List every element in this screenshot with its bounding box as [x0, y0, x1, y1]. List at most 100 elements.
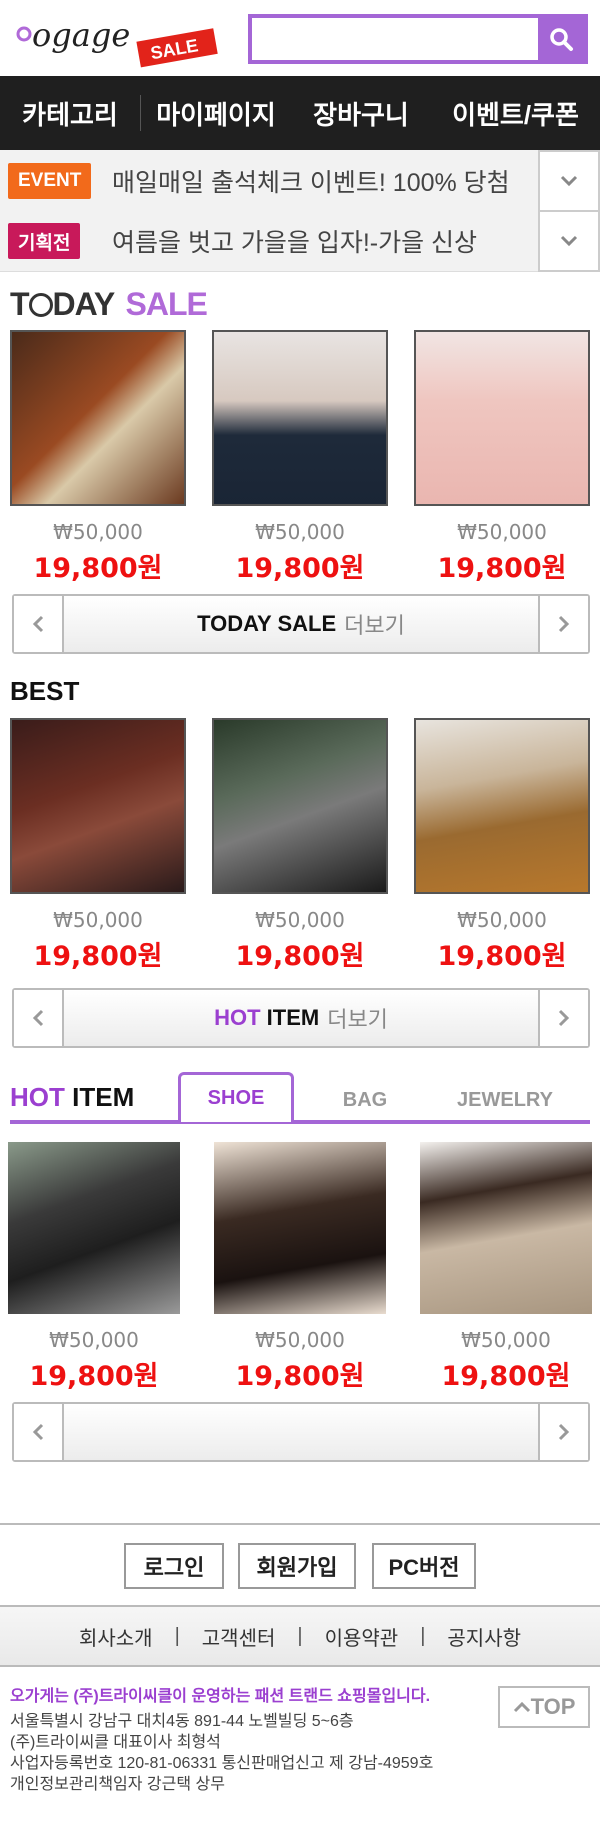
- notice-row-event[interactable]: EVENT 매일매일 출석체크 이벤트! 100% 당첨: [0, 150, 600, 212]
- notice-expand-button[interactable]: [538, 210, 600, 272]
- clock-icon: [28, 293, 53, 317]
- product-card[interactable]: ₩50,000 19,800원: [212, 718, 388, 973]
- header: ogage SALE: [0, 0, 600, 76]
- product-card[interactable]: ₩50,000 19,800원: [214, 1142, 386, 1393]
- hot-item-pager-bar: [12, 1402, 590, 1462]
- tab-bag[interactable]: BAG: [320, 1076, 410, 1124]
- tab-jewelry[interactable]: JEWELRY: [440, 1076, 570, 1124]
- product-image[interactable]: [420, 1142, 592, 1314]
- hot-item-title: HOT ITEM: [10, 1082, 135, 1112]
- prev-button[interactable]: [14, 990, 64, 1046]
- original-price: ₩50,000: [255, 520, 345, 544]
- footer-link-company[interactable]: 회사소개: [79, 1622, 153, 1651]
- product-image[interactable]: [414, 718, 590, 894]
- sale-price: 19,800원: [33, 553, 163, 584]
- next-button[interactable]: [538, 596, 588, 652]
- original-price: ₩50,000: [255, 1328, 345, 1352]
- notice-row-promo[interactable]: 기획전 여름을 벗고 가을을 입자!-가을 신상: [0, 210, 600, 272]
- product-card[interactable]: ₩50,000 19,800원: [10, 330, 186, 585]
- nav-item-cart[interactable]: 장바구니: [291, 76, 431, 150]
- original-price: ₩50,000: [457, 908, 547, 932]
- chevron-right-icon: [558, 1009, 570, 1027]
- chevron-down-icon: [560, 235, 578, 247]
- company-info: 오가게는 (주)트라이씨클이 운영하는 패션 트랜드 쇼핑몰입니다. 서울특별시…: [10, 1686, 433, 1795]
- nav-item-category[interactable]: 카테고리: [0, 76, 140, 150]
- product-image[interactable]: [8, 1142, 180, 1314]
- sale-price: 19,800원: [441, 1361, 571, 1392]
- sale-price: 19,800원: [33, 941, 163, 972]
- original-price: ₩50,000: [53, 520, 143, 544]
- chevron-left-icon: [32, 1009, 44, 1027]
- company-address: 서울특별시 강남구 대치4동 891-44 노벨빌딩 5~6층: [10, 1713, 354, 1730]
- notice-text[interactable]: 매일매일 출석체크 이벤트! 100% 당첨: [112, 150, 510, 212]
- sale-price: 19,800원: [235, 941, 365, 972]
- product-card[interactable]: ₩50,000 19,800원: [414, 718, 590, 973]
- product-image[interactable]: [414, 330, 590, 506]
- next-button[interactable]: [538, 990, 588, 1046]
- chevron-left-icon: [32, 615, 44, 633]
- search-button[interactable]: [538, 18, 584, 60]
- original-price: ₩50,000: [255, 908, 345, 932]
- notice-expand-button[interactable]: [538, 150, 600, 212]
- top-label: TOP: [530, 1694, 576, 1719]
- promo-badge: 기획전: [8, 223, 81, 259]
- logo-text: ogage: [32, 16, 130, 54]
- signup-button[interactable]: 회원가입: [238, 1543, 356, 1589]
- company-ceo: (주)트라이씨클 대표이사 최형석: [10, 1734, 221, 1751]
- product-card[interactable]: ₩50,000 19,800원: [8, 1142, 180, 1393]
- today-sale-more-bar: TODAY SALE 더보기: [12, 594, 590, 654]
- footer-link-separator: |: [420, 1624, 426, 1647]
- event-badge: EVENT: [8, 163, 92, 199]
- footer-link-notice[interactable]: 공지사항: [447, 1622, 521, 1651]
- hot-item-more-bar: HOT ITEM 더보기: [12, 988, 590, 1048]
- main-nav: 카테고리 마이페이지 장바구니 이벤트/쿠폰: [0, 76, 600, 150]
- product-image[interactable]: [212, 718, 388, 894]
- footer-link-separator: |: [174, 1624, 180, 1647]
- privacy-officer: 개인정보관리책임자 강근택 상무: [10, 1776, 225, 1793]
- original-price: ₩50,000: [457, 520, 547, 544]
- sale-price: 19,800원: [235, 1361, 365, 1392]
- footer-link-separator: |: [297, 1624, 303, 1647]
- footer-link-terms[interactable]: 이용약관: [325, 1622, 399, 1651]
- search-icon: [550, 28, 573, 51]
- ogage-sale-logo[interactable]: ogage SALE: [10, 8, 230, 70]
- hot-item-more-link[interactable]: HOT ITEM 더보기: [64, 990, 538, 1046]
- login-button[interactable]: 로그인: [124, 1543, 224, 1589]
- pc-version-button[interactable]: PC버전: [372, 1543, 476, 1589]
- chevron-down-icon: [560, 175, 578, 187]
- nav-item-event-coupon[interactable]: 이벤트/쿠폰: [431, 76, 600, 150]
- product-image[interactable]: [212, 330, 388, 506]
- prev-button[interactable]: [14, 1404, 64, 1460]
- sale-price: 19,800원: [437, 941, 567, 972]
- sale-price: 19,800원: [235, 553, 365, 584]
- tab-shoe[interactable]: SHOE: [178, 1072, 294, 1122]
- chevron-right-icon: [558, 615, 570, 633]
- original-price: ₩50,000: [53, 908, 143, 932]
- product-image[interactable]: [214, 1142, 386, 1314]
- product-image[interactable]: [10, 718, 186, 894]
- today-sale-more-link[interactable]: TODAY SALE 더보기: [64, 596, 538, 652]
- notice-text[interactable]: 여름을 벗고 가을을 입자!-가을 신상: [112, 210, 477, 272]
- nav-item-mypage[interactable]: 마이페이지: [141, 76, 291, 150]
- company-registration: 사업자등록번호 120-81-06331 통신판매업신고 제 강남-4959호: [10, 1755, 434, 1772]
- footer-link-support[interactable]: 고객센터: [202, 1622, 276, 1651]
- sale-price: 19,800원: [29, 1361, 159, 1392]
- chevron-right-icon: [558, 1423, 570, 1441]
- chevron-left-icon: [32, 1423, 44, 1441]
- search-input[interactable]: [248, 14, 588, 64]
- company-info-highlight: 오가게는 (주)트라이씨클이 운영하는 패션 트랜드 쇼핑몰입니다.: [10, 1688, 431, 1705]
- product-card[interactable]: ₩50,000 19,800원: [212, 330, 388, 585]
- back-to-top-button[interactable]: TOP: [498, 1686, 590, 1728]
- product-card[interactable]: ₩50,000 19,800원: [414, 330, 590, 585]
- best-title: BEST: [10, 676, 80, 706]
- original-price: ₩50,000: [49, 1328, 139, 1352]
- footer-links: 회사소개 | 고객센터 | 이용약관 | 공지사항: [0, 1605, 600, 1667]
- next-button[interactable]: [538, 1404, 588, 1460]
- footer-divider: [0, 1523, 600, 1525]
- chevron-up-icon: [513, 1701, 530, 1713]
- product-image[interactable]: [10, 330, 186, 506]
- product-card[interactable]: ₩50,000 19,800원: [10, 718, 186, 973]
- original-price: ₩50,000: [461, 1328, 551, 1352]
- prev-button[interactable]: [14, 596, 64, 652]
- product-card[interactable]: ₩50,000 19,800원: [420, 1142, 592, 1393]
